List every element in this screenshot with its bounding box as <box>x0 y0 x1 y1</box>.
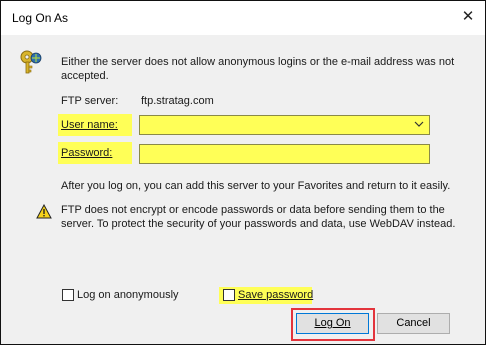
close-icon[interactable]: ✕ <box>462 8 475 25</box>
password-label: Password: <box>61 147 113 159</box>
log-on-as-dialog: Log On As ✕ Either the server does not a… <box>0 0 486 345</box>
save-password-checkbox[interactable] <box>223 289 235 301</box>
window-title: Log On As <box>12 11 69 25</box>
cancel-button-label[interactable]: Cancel <box>396 317 430 329</box>
close-button[interactable]: ✕ <box>457 7 479 27</box>
chevron-down-icon[interactable] <box>414 120 424 128</box>
password-field[interactable] <box>139 144 430 164</box>
info-message: Either the server does not allow anonymo… <box>61 56 455 82</box>
anonymous-label[interactable]: Log on anonymously <box>77 289 179 301</box>
title-bar: Log On As ✕ <box>1 1 485 35</box>
after-logon-text: After you log on, you can add this serve… <box>61 180 451 192</box>
warning-text: FTP does not encrypt or encode passwords… <box>61 204 456 230</box>
key-icon <box>20 50 42 74</box>
log-on-button[interactable]: Log On <box>296 313 369 334</box>
ftp-server-label: FTP server: <box>61 95 119 107</box>
cancel-button[interactable]: Cancel <box>377 313 450 334</box>
save-password-label[interactable]: Save password <box>238 289 313 301</box>
anonymous-checkbox[interactable] <box>62 289 74 301</box>
user-name-label: User name: <box>61 119 118 131</box>
user-name-combobox[interactable] <box>139 115 430 135</box>
log-on-button-label[interactable]: Log On <box>314 317 350 329</box>
warning-icon <box>36 204 52 219</box>
ftp-server-value: ftp.stratag.com <box>141 95 214 107</box>
